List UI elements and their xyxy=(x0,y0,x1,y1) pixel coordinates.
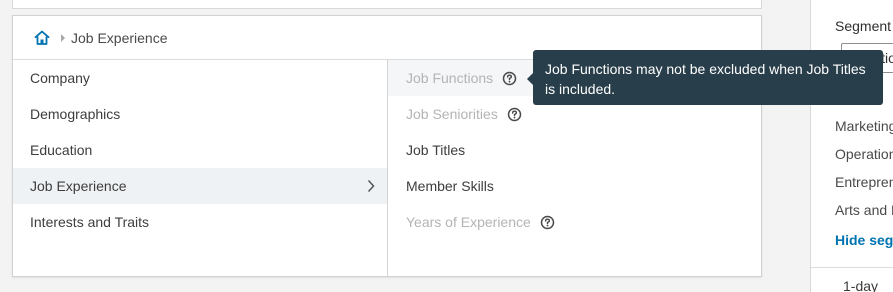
category-label: Company xyxy=(30,70,90,86)
category-item-company[interactable]: Company xyxy=(13,60,387,96)
side-panel-row: Arts and Design xyxy=(835,202,893,218)
tooltip: Job Functions may not be excluded when J… xyxy=(527,50,883,105)
subcategory-label: Member Skills xyxy=(406,178,494,194)
previous-card-edge xyxy=(12,0,762,9)
subcategory-label: Job Seniorities xyxy=(406,106,498,122)
category-list: Company Demographics Education Job Exper… xyxy=(13,60,388,276)
category-label: Interests and Traits xyxy=(30,214,150,230)
breadcrumb-current: Job Experience xyxy=(71,29,168,46)
subcategory-item-member-skills[interactable]: Member Skills xyxy=(388,168,761,204)
subcategory-item-years-of-experience[interactable]: Years of Experience xyxy=(388,204,761,240)
help-icon[interactable] xyxy=(507,107,522,122)
category-item-job-experience[interactable]: Job Experience xyxy=(13,168,387,204)
targeting-panel: Job Experience Company Demographics Educ… xyxy=(0,0,782,292)
home-icon[interactable] xyxy=(33,29,51,47)
chevron-right-icon xyxy=(367,179,375,193)
help-icon[interactable] xyxy=(502,71,517,86)
subcategory-item-job-titles[interactable]: Job Titles xyxy=(388,132,761,168)
category-item-education[interactable]: Education xyxy=(13,132,387,168)
subcategory-label: Job Functions xyxy=(406,70,494,86)
divider xyxy=(811,267,893,268)
hide-segment-link[interactable]: Hide segment xyxy=(835,232,893,248)
category-item-demographics[interactable]: Demographics xyxy=(13,96,387,132)
side-panel-row: Operations xyxy=(835,146,893,162)
category-item-interests-and-traits[interactable]: Interests and Traits xyxy=(13,204,387,240)
tooltip-arrow xyxy=(527,73,533,85)
tooltip-text: Job Functions may not be excluded when J… xyxy=(545,61,866,97)
subcategory-label: Years of Experience xyxy=(406,214,531,230)
side-panel-footer: 1-day xyxy=(843,278,879,292)
help-icon[interactable] xyxy=(540,215,555,230)
side-panel-row: Marketing xyxy=(835,118,893,134)
segment-side-panel: Segment Functio s Marketing Operations E… xyxy=(810,0,893,292)
subcategory-label: Job Titles xyxy=(406,142,466,158)
category-label: Demographics xyxy=(30,106,121,122)
category-label: Education xyxy=(30,142,93,158)
side-panel-title: Segment xyxy=(835,18,892,34)
category-label: Job Experience xyxy=(30,178,127,194)
side-panel-row: Entrepreneurship xyxy=(835,174,893,190)
caret-right-icon xyxy=(60,33,66,43)
